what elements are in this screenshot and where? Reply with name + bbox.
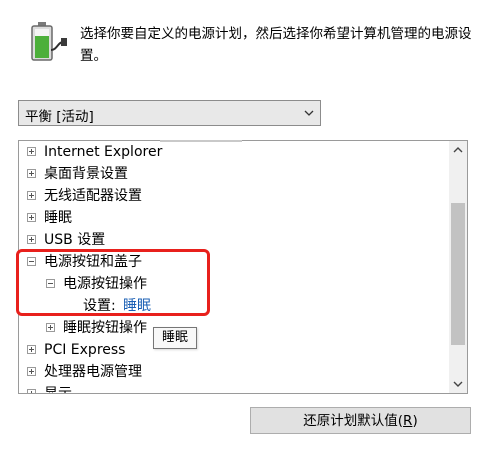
expand-plus-icon[interactable] [27,147,36,156]
chevron-down-icon [304,110,314,116]
expand-plus-icon[interactable] [27,213,36,222]
expand-plus-icon[interactable] [27,389,36,393]
expand-plus-icon[interactable] [46,323,55,332]
scroll-up-button[interactable] [449,141,467,159]
chevron-down-icon [453,381,463,387]
vertical-scrollbar[interactable] [449,141,467,393]
annotation-highlight-box [16,249,210,316]
expand-plus-icon[interactable] [27,367,36,376]
restore-defaults-button[interactable]: 还原计划默认值(R) [250,407,471,434]
power-options-icon [27,20,69,62]
expand-plus-icon[interactable] [27,191,36,200]
chevron-up-icon [453,147,463,153]
intro-text: 选择你要自定义的电源计划，然后选择你希望计算机管理的电源设置。 [80,26,472,64]
scroll-thumb[interactable] [451,203,465,345]
expand-plus-icon[interactable] [27,345,36,354]
power-plan-select[interactable]: 平衡 [活动] [18,100,321,126]
power-plan-value: 平衡 [活动] [25,109,94,125]
expand-plus-icon[interactable] [27,169,36,178]
tooltip: 睡眠 [153,327,198,349]
expand-plus-icon[interactable] [27,235,36,244]
scroll-down-button[interactable] [449,375,467,393]
divider [160,140,242,142]
